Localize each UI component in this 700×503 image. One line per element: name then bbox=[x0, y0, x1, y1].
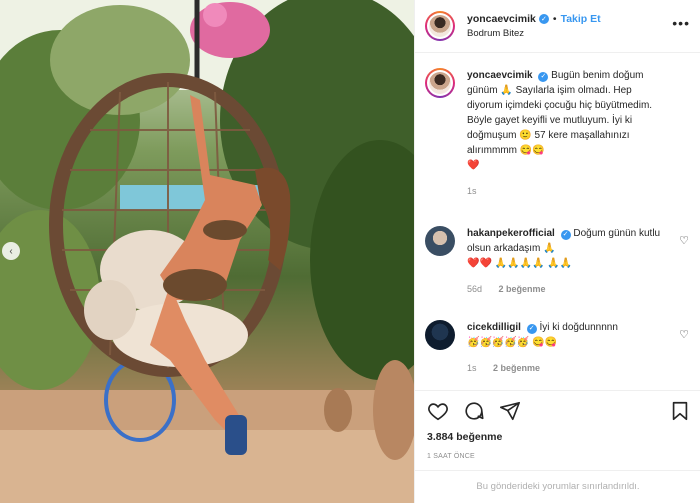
post-side-panel: yoncaevcimik ✓ • Takip Et Bodrum Bitez •… bbox=[414, 0, 700, 503]
comment-meta: 1s 2 beğenme bbox=[467, 361, 667, 376]
post-actions: 3.884 beğenme 1 SAAT ÖNCE Bu gönderideki… bbox=[415, 390, 700, 503]
comment-item: cicekdilligil ✓ İyi ki doğdunnnnn 🥳🥳🥳🥳🥳 … bbox=[425, 320, 691, 376]
profile-photo bbox=[429, 72, 451, 94]
bookmark-icon[interactable] bbox=[669, 400, 691, 422]
post-timestamp[interactable]: 1 SAAT ÖNCE bbox=[427, 453, 475, 460]
location-link[interactable]: Bodrum Bitez bbox=[467, 28, 601, 39]
post-photo[interactable]: ‹ bbox=[0, 0, 414, 503]
comments-list[interactable]: yoncaevcimik ✓ Bugün benim doğum günüm 🙏… bbox=[415, 54, 700, 390]
heart-icon[interactable] bbox=[427, 400, 449, 422]
yum-face-icon: 😋😋 bbox=[532, 337, 557, 348]
previous-photo-button[interactable]: ‹ bbox=[2, 242, 20, 260]
like-comment-heart-icon[interactable]: ♡ bbox=[679, 328, 689, 341]
avatar[interactable] bbox=[425, 11, 455, 41]
profile-photo bbox=[429, 15, 451, 37]
like-comment-heart-icon[interactable]: ♡ bbox=[679, 234, 689, 247]
comment-likes[interactable]: 2 beğenme bbox=[499, 284, 546, 294]
comment-meta: 56d 2 beğenme bbox=[467, 282, 667, 297]
send-icon[interactable] bbox=[499, 400, 521, 422]
more-options-icon[interactable]: ••• bbox=[672, 15, 690, 31]
likes-count[interactable]: 3.884 beğenme bbox=[427, 431, 502, 443]
comment-item: hakanpekerofficial ✓ Doğum günün kutlu o… bbox=[425, 226, 691, 297]
yum-face-icon: 😋😋 bbox=[519, 145, 545, 156]
separator-dot: • bbox=[552, 13, 557, 25]
photo-illustration bbox=[0, 0, 414, 503]
post-header: yoncaevcimik ✓ • Takip Et Bodrum Bitez •… bbox=[415, 0, 700, 53]
post-username[interactable]: yoncaevcimik bbox=[467, 13, 536, 25]
comments-limited-notice: Bu gönderideki yorumlar sınırlandırıldı. bbox=[415, 470, 700, 492]
verified-badge-icon: ✓ bbox=[538, 14, 549, 24]
praying-hands-icon: 🙏🙏🙏🙏 bbox=[494, 258, 545, 269]
caption-username[interactable]: yoncaevcimik bbox=[467, 70, 533, 81]
verified-badge-icon: ✓ bbox=[538, 71, 549, 82]
timestamp[interactable]: 1s bbox=[467, 363, 477, 373]
caption: yoncaevcimik ✓ Bugün benim doğum günüm 🙏… bbox=[425, 68, 691, 199]
avatar[interactable] bbox=[425, 320, 455, 350]
avatar[interactable] bbox=[425, 226, 455, 256]
follow-button[interactable]: Takip Et bbox=[561, 13, 601, 25]
timestamp[interactable]: 56d bbox=[467, 284, 482, 294]
timestamp[interactable]: 1s bbox=[467, 186, 477, 196]
avatar[interactable] bbox=[425, 68, 455, 98]
comment-username[interactable]: hakanpekerofficial bbox=[467, 228, 555, 239]
comment-icon[interactable] bbox=[463, 400, 485, 422]
heart-emoji-icon: ❤️ bbox=[467, 160, 480, 171]
comment-likes[interactable]: 2 beğenme bbox=[493, 363, 540, 373]
praying-hands-icon: 🙏 bbox=[500, 85, 513, 96]
praying-hands-icon: 🙏🙏 bbox=[547, 258, 573, 269]
heart-emoji-icon: ❤️❤️ bbox=[467, 258, 492, 269]
smile-icon: 🙂 bbox=[519, 130, 532, 141]
praying-hands-icon: 🙏 bbox=[543, 243, 556, 254]
comment-username[interactable]: cicekdilligil bbox=[467, 322, 521, 333]
verified-badge-icon: ✓ bbox=[526, 323, 537, 334]
comment-text: İyi ki doğdunnnnn bbox=[539, 322, 618, 333]
party-face-icon: 🥳🥳🥳🥳🥳 bbox=[467, 337, 530, 348]
chevron-left-icon: ‹ bbox=[9, 245, 13, 257]
instagram-post: ‹ yoncaevcimik ✓ • Takip Et Bodrum Bitez… bbox=[0, 0, 700, 503]
verified-badge-icon: ✓ bbox=[560, 229, 571, 240]
caption-meta: 1s bbox=[467, 184, 667, 199]
